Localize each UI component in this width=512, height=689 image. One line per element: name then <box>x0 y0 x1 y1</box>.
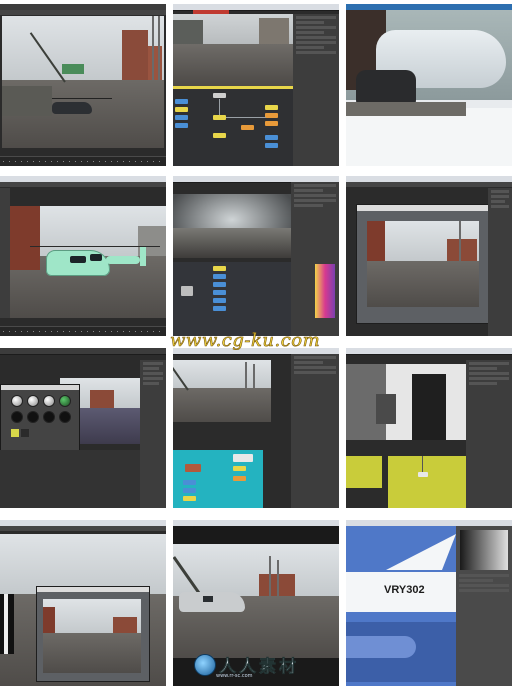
title-bar <box>0 348 166 355</box>
tile-hdri-node-graph <box>173 176 339 336</box>
tile-viewport-helicopter <box>0 4 166 166</box>
viewport[interactable] <box>346 526 476 686</box>
viewer[interactable] <box>346 364 466 440</box>
viewer[interactable] <box>173 14 293 88</box>
tile-render-view-window <box>346 176 512 336</box>
properties-panel[interactable] <box>291 182 339 336</box>
material-dialog[interactable] <box>0 384 80 452</box>
render-view <box>346 10 512 166</box>
tile-closeup-render <box>346 4 512 166</box>
menu-bar <box>346 182 512 187</box>
attribute-panel[interactable] <box>488 188 512 336</box>
tile-green-helicopter <box>0 176 166 336</box>
properties-panel[interactable] <box>291 354 339 508</box>
viewport[interactable] <box>2 16 164 148</box>
watermark-brand-url: www.rr-sc.com <box>216 673 253 679</box>
helicopter-shape <box>179 592 245 612</box>
tile-nested-render-windows <box>0 520 166 686</box>
node-graph[interactable] <box>388 456 466 508</box>
globe-icon <box>194 653 216 676</box>
menu-bar <box>0 182 166 187</box>
tile-cyan-node-graph <box>173 348 339 508</box>
tile-node-editor-street <box>173 4 339 166</box>
helicopter-shape <box>52 102 92 114</box>
watermark-logo: 人人素材 www.rr-sc.com <box>194 652 299 679</box>
timeline[interactable] <box>0 326 166 336</box>
menu-bar <box>0 526 166 531</box>
render-view-dialog[interactable] <box>36 586 150 682</box>
hdri-viewer[interactable] <box>173 194 291 258</box>
properties-panel[interactable] <box>456 526 512 686</box>
tile-material-spheres <box>0 348 166 508</box>
timeline[interactable] <box>0 156 166 166</box>
viewer[interactable] <box>173 360 271 422</box>
render-view-dialog[interactable] <box>356 204 490 324</box>
viewport[interactable] <box>10 206 166 318</box>
viewer[interactable] <box>173 544 339 658</box>
properties-panel[interactable] <box>293 14 339 166</box>
tile-aircraft-closeup: VRY302 <box>346 520 512 686</box>
title-bar <box>346 348 512 355</box>
attribute-panel[interactable] <box>140 360 166 508</box>
tile-interior-lookdev <box>346 348 512 508</box>
watermark-url: www.cg-ku.com <box>170 330 321 352</box>
aircraft-registration: VRY302 <box>384 584 425 596</box>
node-graph[interactable] <box>173 89 293 166</box>
properties-panel[interactable] <box>466 360 512 508</box>
node-graph[interactable] <box>173 450 263 508</box>
node-graph[interactable] <box>173 262 291 336</box>
menu-bar <box>0 10 166 15</box>
tool-shelf[interactable] <box>0 188 10 318</box>
